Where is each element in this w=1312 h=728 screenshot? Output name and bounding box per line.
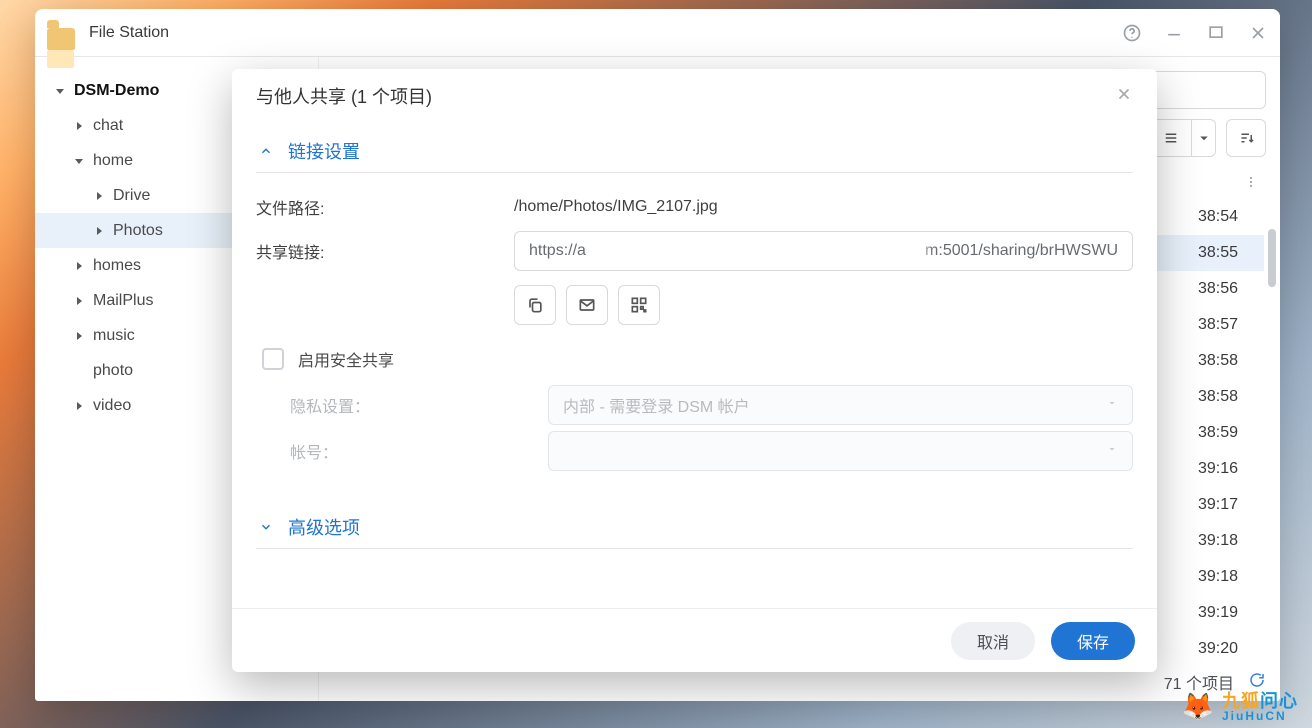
file-time: 38:54 — [1198, 208, 1264, 226]
file-time: 39:19 — [1198, 604, 1264, 622]
account-label: 帐号： — [256, 439, 548, 463]
section-advanced-title: 高级选项 — [288, 514, 360, 540]
chevron-right-icon[interactable] — [71, 398, 87, 414]
privacy-value: 内部 - 需要登录 DSM 帐户 — [563, 393, 1106, 417]
share-link-suffix: m:5001/sharing/brHWSWU — [925, 242, 1118, 260]
file-time: 38:58 — [1198, 352, 1264, 370]
view-mode-group — [1150, 119, 1216, 157]
titlebar: File Station — [35, 9, 1280, 57]
close-icon[interactable] — [1248, 23, 1268, 43]
chevron-right-icon[interactable] — [71, 258, 87, 274]
chevron-right-icon[interactable] — [91, 188, 107, 204]
help-icon[interactable] — [1122, 23, 1142, 43]
dialog-header: 与他人共享 (1 个项目) — [232, 69, 1157, 123]
secure-share-checkbox[interactable] — [262, 348, 284, 370]
privacy-select: 内部 - 需要登录 DSM 帐户 — [548, 385, 1133, 425]
file-time: 38:58 — [1198, 388, 1264, 406]
file-time: 38:55 — [1198, 244, 1264, 262]
fox-icon: 🦊 — [1182, 691, 1214, 722]
maximize-icon[interactable] — [1206, 23, 1226, 43]
share-link-prefix: https://a — [529, 242, 586, 260]
email-link-button[interactable] — [566, 285, 608, 325]
section-link-settings[interactable]: 链接设置 — [256, 129, 1133, 173]
close-icon[interactable] — [1115, 85, 1133, 108]
share-link-label: 共享链接: — [256, 239, 514, 263]
secure-share-label: 启用安全共享 — [298, 347, 394, 371]
dialog-footer: 取消 保存 — [232, 608, 1157, 672]
app-title: File Station — [89, 24, 169, 42]
privacy-label: 隐私设置： — [256, 393, 548, 417]
file-time: 39:18 — [1198, 532, 1264, 550]
chevron-right-icon[interactable] — [71, 328, 87, 344]
app-icon — [47, 20, 77, 46]
share-dialog: 与他人共享 (1 个项目) 链接设置 文件路径: /home/Photos/IM… — [232, 69, 1157, 672]
chevron-down-icon — [256, 517, 276, 537]
cancel-button[interactable]: 取消 — [951, 622, 1035, 660]
file-time: 39:20 — [1198, 640, 1264, 658]
kebab-icon[interactable] — [1236, 174, 1266, 190]
tree-item-label: Drive — [113, 187, 150, 205]
sort-button[interactable] — [1226, 119, 1266, 157]
qrcode-button[interactable] — [618, 285, 660, 325]
tree-item-label: MailPlus — [93, 292, 153, 310]
watermark: 🦊 九狐问心 JiuHuCN — [1182, 691, 1298, 722]
chevron-right-icon[interactable] — [71, 293, 87, 309]
minimize-icon[interactable] — [1164, 23, 1184, 43]
chevron-down-icon — [1106, 396, 1118, 414]
file-time: 39:17 — [1198, 496, 1264, 514]
dialog-title: 与他人共享 (1 个项目) — [256, 83, 432, 109]
view-mode-dropdown[interactable] — [1192, 119, 1216, 157]
tree-item-label: home — [93, 152, 133, 170]
file-time: 38:59 — [1198, 424, 1264, 442]
scrollbar-thumb[interactable] — [1268, 229, 1276, 287]
file-time: 39:16 — [1198, 460, 1264, 478]
file-time: 38:57 — [1198, 316, 1264, 334]
account-select — [548, 431, 1133, 471]
tree-item-label: homes — [93, 257, 141, 275]
share-link-input[interactable]: https://a m:5001/sharing/brHWSWU — [514, 231, 1133, 271]
scrollbar[interactable] — [1268, 199, 1276, 663]
chevron-down-icon — [1106, 442, 1118, 460]
copy-link-button[interactable] — [514, 285, 556, 325]
link-mask — [605, 238, 925, 266]
tree-item-label: chat — [93, 117, 123, 135]
chevron-right-icon[interactable] — [71, 118, 87, 134]
save-button[interactable]: 保存 — [1051, 622, 1135, 660]
chevron-right-icon[interactable] — [91, 223, 107, 239]
tree-item-label: music — [93, 327, 135, 345]
file-time: 39:18 — [1198, 568, 1264, 586]
window-controls — [1122, 23, 1268, 43]
section-advanced[interactable]: 高级选项 — [256, 505, 1133, 549]
file-path-label: 文件路径: — [256, 195, 514, 219]
chevron-up-icon — [256, 141, 276, 161]
tree-item-label: Photos — [113, 222, 163, 240]
tree-item-label: video — [93, 397, 131, 415]
file-path-value: /home/Photos/IMG_2107.jpg — [514, 198, 718, 216]
tree-root-label: DSM-Demo — [74, 82, 159, 100]
chevron-down-icon[interactable] — [52, 83, 68, 99]
file-time: 38:56 — [1198, 280, 1264, 298]
app-window: File Station DSM-Demo chat home Drive Ph… — [35, 9, 1280, 701]
section-link-title: 链接设置 — [288, 138, 360, 164]
chevron-down-icon[interactable] — [71, 153, 87, 169]
tree-item-label: photo — [93, 362, 133, 380]
